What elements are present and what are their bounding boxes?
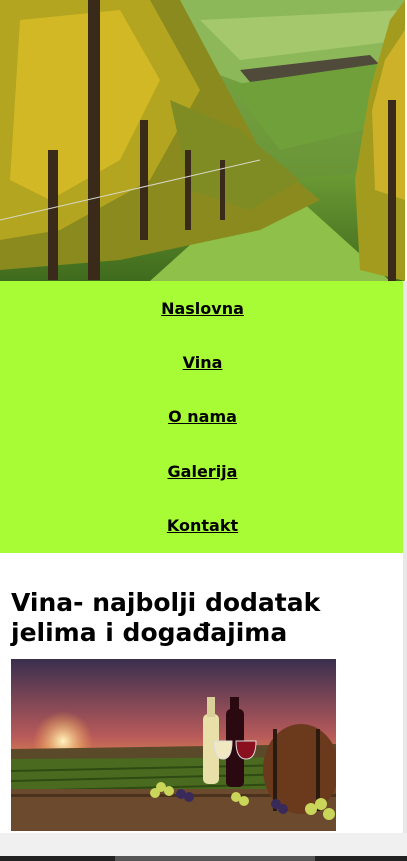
wine-image bbox=[11, 659, 336, 831]
nav-item-kontakt[interactable]: Kontakt bbox=[0, 516, 405, 536]
nav-item-naslovna[interactable]: Naslovna bbox=[0, 299, 405, 319]
hero-vineyard-image bbox=[0, 0, 405, 281]
wine-sunset-illustration bbox=[11, 659, 336, 831]
main-content: Vina- najbolji dodatak jelima i događaji… bbox=[0, 553, 405, 833]
nav-item-galerija[interactable]: Galerija bbox=[0, 462, 405, 482]
vineyard-illustration bbox=[0, 0, 405, 281]
nav-item-o-nama[interactable]: O nama bbox=[0, 407, 405, 427]
scrollbar-track[interactable] bbox=[403, 281, 407, 841]
page-heading: Vina- najbolji dodatak jelima i događaji… bbox=[11, 588, 321, 647]
main-nav: Naslovna Vina O nama Galerija Kontakt bbox=[0, 281, 405, 553]
horizontal-scrollbar-thumb[interactable] bbox=[115, 856, 315, 861]
nav-item-vina[interactable]: Vina bbox=[0, 353, 405, 373]
